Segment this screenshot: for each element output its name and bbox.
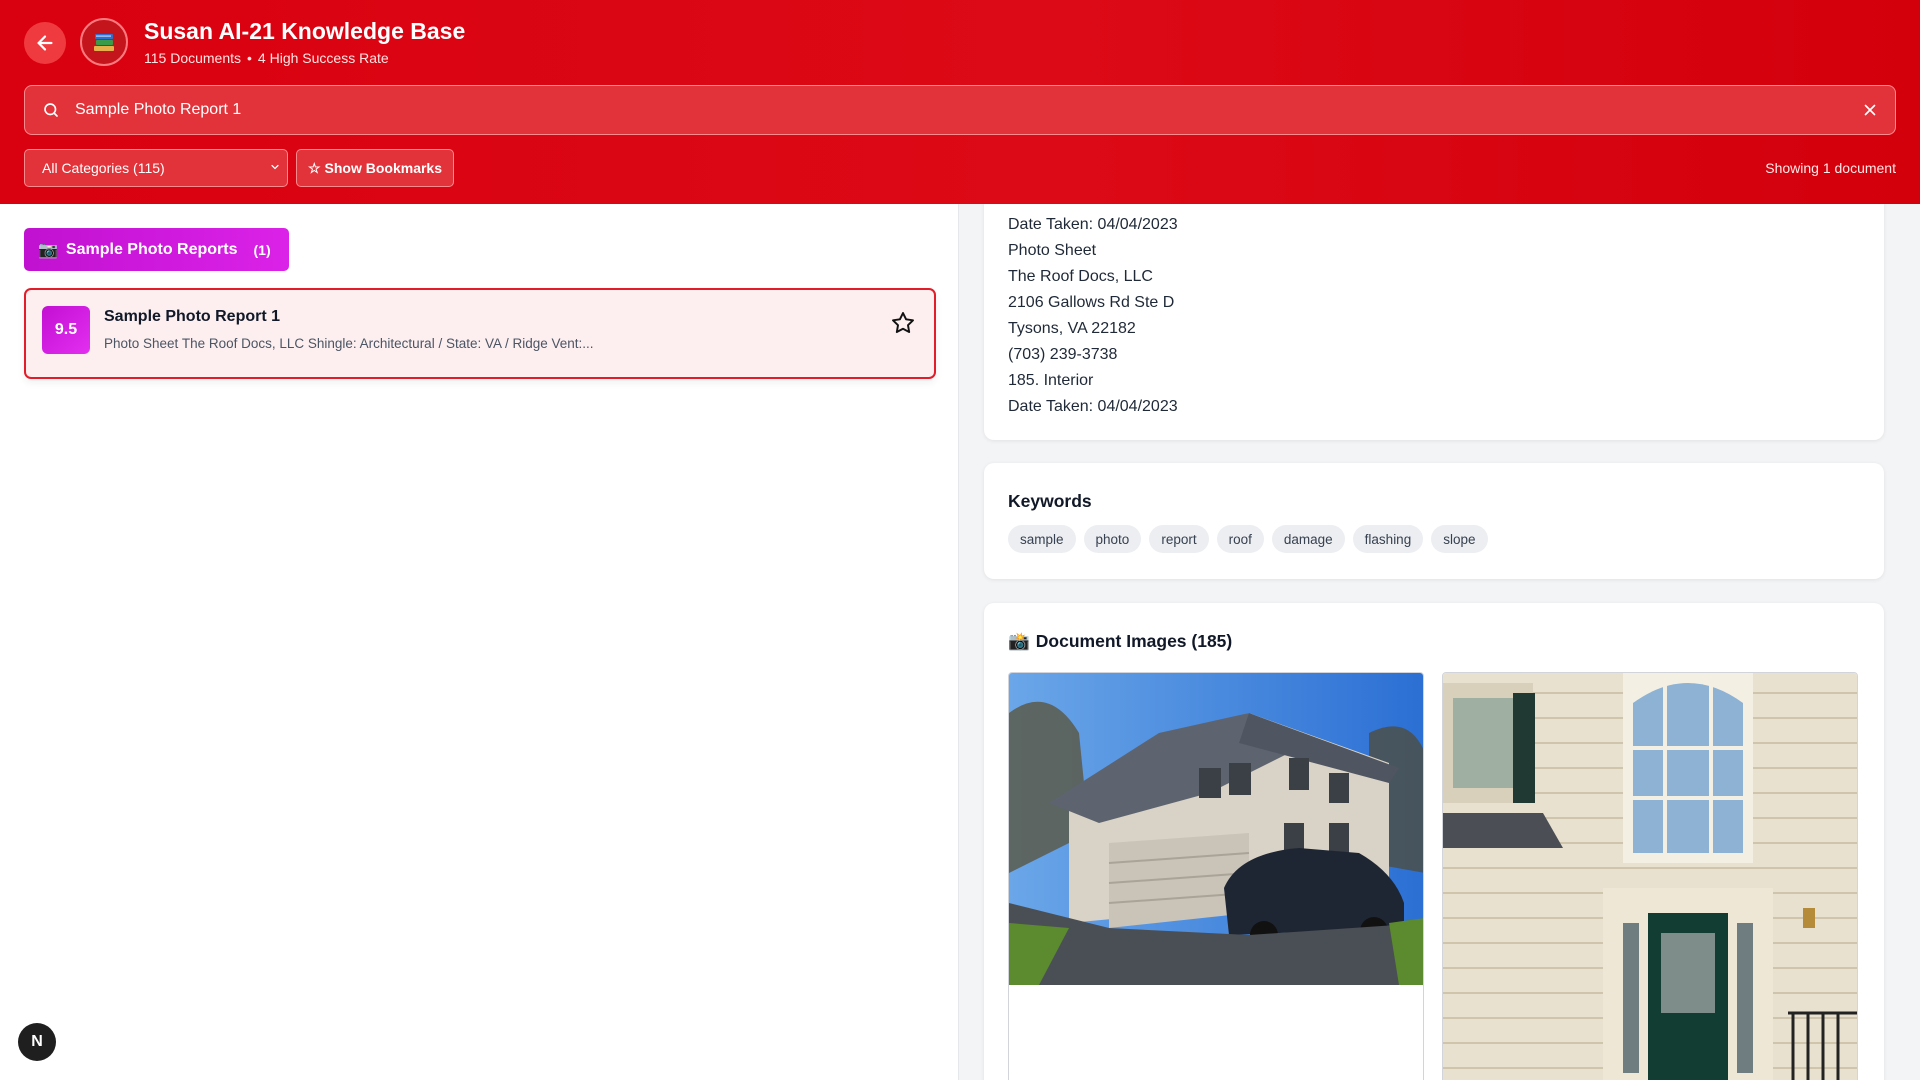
content-line: 185. Interior — [1008, 372, 1094, 389]
document-images-card: 📸 Document Images (185) — [984, 603, 1884, 1080]
keyword-tag[interactable]: flashing — [1352, 525, 1424, 553]
keywords-title: Keywords — [1008, 491, 1092, 511]
camera-flash-icon: 📸 — [1008, 631, 1030, 651]
search-icon — [44, 103, 58, 117]
back-button[interactable] — [24, 22, 66, 64]
document-detail-panel: Date Taken: 04/04/2023 Photo Sheet The R… — [959, 204, 1920, 1080]
subtitle-separator: • — [247, 50, 252, 66]
keyword-tag[interactable]: slope — [1431, 525, 1488, 553]
document-image-thumbnail[interactable] — [1008, 672, 1424, 1080]
camera-icon: 📷 — [38, 241, 58, 259]
category-group-count: (1) — [253, 241, 271, 258]
nextjs-devtools-badge[interactable]: N — [18, 1023, 56, 1061]
keyword-tag[interactable]: damage — [1271, 525, 1345, 553]
content-line: Photo Sheet — [1008, 242, 1097, 259]
document-snippet: Photo Sheet The Roof Docs, LLC Shingle: … — [104, 336, 594, 351]
content-text: Date Taken: 04/04/2023 Photo Sheet The R… — [1008, 212, 1178, 420]
chevron-down-icon — [271, 164, 279, 170]
keyword-tag[interactable]: roof — [1216, 525, 1264, 553]
document-image-thumbnail[interactable] — [1442, 672, 1858, 1080]
keyword-tag[interactable]: report — [1149, 525, 1209, 553]
bookmark-star-icon[interactable] — [890, 310, 916, 336]
category-group-name: Sample Photo Reports — [65, 240, 238, 258]
content-line: 2106 Gallows Rd Ste D — [1008, 294, 1175, 311]
content-line: (703) 239-3738 — [1008, 346, 1118, 363]
arrow-left-icon — [37, 35, 53, 51]
content-line: Tysons, VA 22182 — [1008, 320, 1136, 337]
document-images-label: Document Images (185) — [1035, 631, 1233, 651]
content-line: Date Taken: 04/04/2023 — [1008, 216, 1178, 233]
category-select-value: All Categories (115) — [42, 160, 165, 176]
search-input[interactable] — [75, 86, 1815, 134]
star-outline-icon: ☆ — [307, 159, 321, 176]
page-subtitle: 115 Documents • 4 High Success Rate — [144, 50, 389, 66]
document-images-title: 📸 Document Images (185) — [1008, 631, 1232, 652]
category-select[interactable]: All Categories (115) — [24, 149, 288, 187]
keyword-tag[interactable]: sample — [1008, 525, 1076, 553]
keywords-card: Keywords sample photo report roof damage… — [984, 463, 1884, 579]
keywords-list: sample photo report roof damage flashing… — [1008, 525, 1488, 553]
books-logo-icon — [80, 18, 128, 66]
keyword-tag[interactable]: photo — [1083, 525, 1142, 553]
content-card: Date Taken: 04/04/2023 Photo Sheet The R… — [984, 204, 1884, 440]
search-bar — [24, 85, 1896, 135]
documents-count: 115 Documents — [144, 50, 242, 66]
house-photo-image — [1009, 673, 1423, 985]
score-badge: 9.5 — [42, 306, 90, 354]
close-icon[interactable] — [1861, 101, 1879, 119]
results-count: Showing 1 document — [1765, 160, 1896, 176]
page-title: Susan AI-21 Knowledge Base — [144, 18, 466, 44]
show-bookmarks-label: Show Bookmarks — [324, 160, 443, 176]
front-door-photo-image — [1443, 673, 1857, 1080]
document-card[interactable]: 9.5 Sample Photo Report 1 Photo Sheet Th… — [24, 288, 936, 379]
header: Susan AI-21 Knowledge Base 115 Documents… — [0, 0, 1920, 204]
category-group-header[interactable]: 📷 Sample Photo Reports (1) — [24, 228, 289, 271]
content-line: The Roof Docs, LLC — [1008, 268, 1153, 285]
show-bookmarks-button[interactable]: ☆ Show Bookmarks — [296, 149, 454, 187]
content-line: Date Taken: 04/04/2023 — [1008, 398, 1178, 415]
document-title: Sample Photo Report 1 — [104, 308, 281, 325]
success-rate: 4 High Success Rate — [257, 50, 389, 66]
